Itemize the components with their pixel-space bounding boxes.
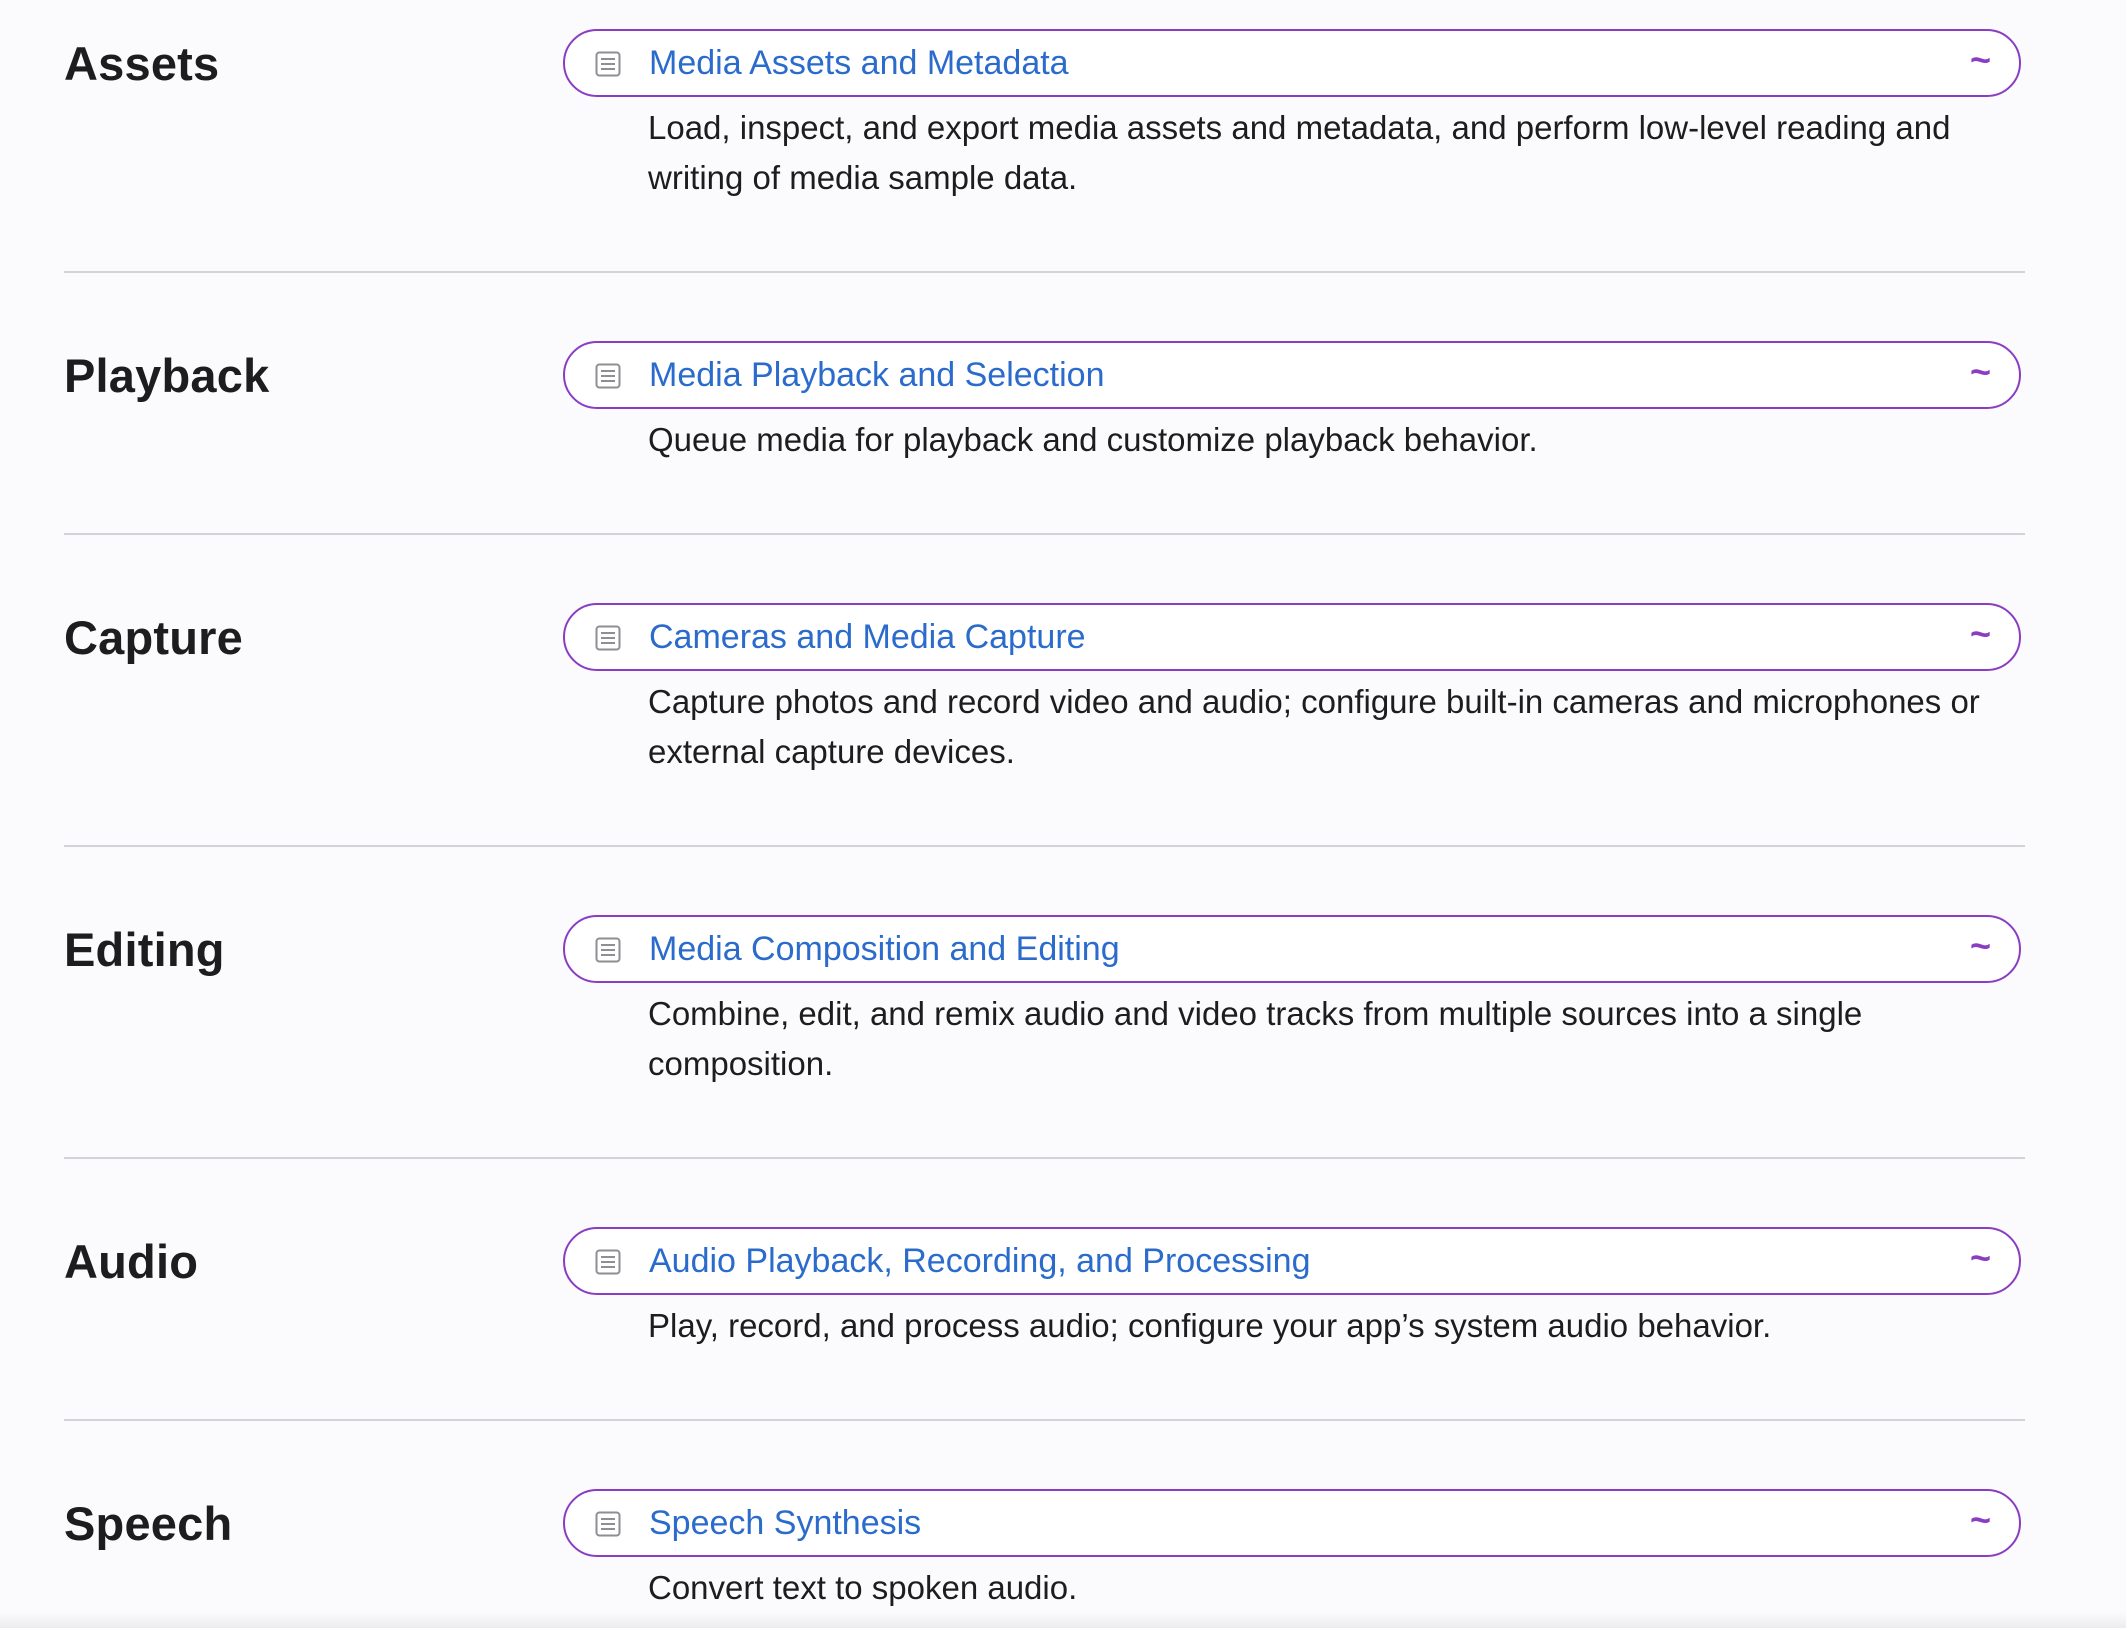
topic-link-label[interactable]: Media Composition and Editing xyxy=(649,929,1120,969)
section-title: Editing xyxy=(64,923,225,976)
change-marker: ~ xyxy=(1969,1237,1991,1278)
topic-link-speech-synthesis[interactable]: Speech Synthesis ~ xyxy=(563,1489,2021,1557)
topic-link-label[interactable]: Audio Playback, Recording, and Processin… xyxy=(649,1241,1311,1281)
change-marker: ~ xyxy=(1969,925,1991,966)
topic-link-media-assets[interactable]: Media Assets and Metadata ~ xyxy=(563,29,2021,97)
topic-abstract: Capture photos and record video and audi… xyxy=(648,683,1980,770)
window-bottom-edge xyxy=(0,1612,2126,1628)
section-title: Capture xyxy=(64,611,243,664)
divider xyxy=(64,1157,2025,1159)
topic-abstract: Play, record, and process audio; configu… xyxy=(648,1307,1772,1344)
document-icon xyxy=(595,937,621,963)
topic-abstract: Load, inspect, and export media assets a… xyxy=(648,109,1951,196)
section-title: Audio xyxy=(64,1235,199,1288)
topic-link-label[interactable]: Media Playback and Selection xyxy=(649,355,1105,395)
topic-link-label[interactable]: Speech Synthesis xyxy=(649,1503,921,1543)
topic-abstract: Combine, edit, and remix audio and video… xyxy=(648,995,1863,1082)
topics-page: Assets Media Assets and Metadata ~ Load,… xyxy=(0,0,2126,1628)
section-title: Playback xyxy=(64,349,270,402)
topic-link-media-playback[interactable]: Media Playback and Selection ~ xyxy=(563,341,2021,409)
divider xyxy=(64,845,2025,847)
topic-link-label[interactable]: Media Assets and Metadata xyxy=(649,43,1069,83)
section-title: Assets xyxy=(64,37,220,90)
topic-abstract: Queue media for playback and customize p… xyxy=(648,421,1538,458)
topic-link-cameras-capture[interactable]: Cameras and Media Capture ~ xyxy=(563,603,2021,671)
topic-link-audio[interactable]: Audio Playback, Recording, and Processin… xyxy=(563,1227,2021,1295)
change-marker: ~ xyxy=(1969,613,1991,654)
section-title: Speech xyxy=(64,1497,233,1550)
divider xyxy=(64,533,2025,535)
document-icon xyxy=(595,51,621,77)
change-marker: ~ xyxy=(1969,39,1991,80)
change-marker: ~ xyxy=(1969,1499,1991,1540)
topic-link-composition-editing[interactable]: Media Composition and Editing ~ xyxy=(563,915,2021,983)
topic-link-label[interactable]: Cameras and Media Capture xyxy=(649,617,1086,657)
divider xyxy=(64,1419,2025,1421)
document-icon xyxy=(595,625,621,651)
change-marker: ~ xyxy=(1969,351,1991,392)
divider xyxy=(64,271,2025,273)
document-icon xyxy=(595,363,621,389)
document-icon xyxy=(595,1511,621,1537)
document-icon xyxy=(595,1249,621,1275)
topic-abstract: Convert text to spoken audio. xyxy=(648,1569,1078,1606)
